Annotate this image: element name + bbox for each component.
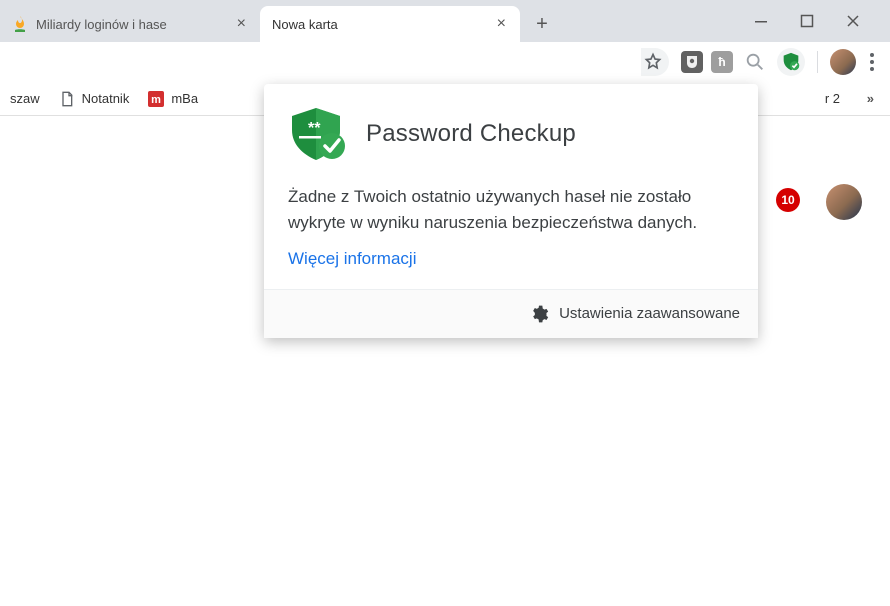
popup-title: Password Checkup xyxy=(366,120,576,148)
maximize-button[interactable] xyxy=(800,14,820,28)
popup-header: ** Password Checkup xyxy=(264,84,758,172)
doc-icon xyxy=(58,90,76,108)
bookmark-truncated[interactable]: r 2 xyxy=(825,91,840,106)
lens-icon[interactable] xyxy=(741,48,769,76)
password-checkup-extension-icon[interactable] xyxy=(777,48,805,76)
separator xyxy=(817,51,818,73)
page-avatar[interactable] xyxy=(826,184,862,220)
svg-text:m: m xyxy=(151,94,161,106)
bookmark-truncated[interactable]: szaw xyxy=(10,91,40,106)
advanced-settings-button[interactable]: Ustawienia zaawansowane xyxy=(559,305,740,322)
bookmark-item[interactable]: m mBa xyxy=(147,90,198,108)
popup-footer: Ustawienia zaawansowane xyxy=(264,289,758,338)
flame-icon xyxy=(12,16,28,32)
shield-check-icon: ** xyxy=(288,106,348,162)
password-checkup-popup: ** Password Checkup Żadne z Twoich ostat… xyxy=(264,84,758,338)
tab-strip: Miliardy loginów i hase × Nowa karta × + xyxy=(0,0,890,42)
menu-button[interactable] xyxy=(864,47,880,77)
new-tab-button[interactable]: + xyxy=(528,10,556,38)
tab-active[interactable]: Nowa karta × xyxy=(260,6,520,42)
tab-inactive[interactable]: Miliardy loginów i hase × xyxy=(0,6,260,42)
more-info-link[interactable]: Więcej informacji xyxy=(264,243,758,289)
gear-icon xyxy=(529,304,549,324)
ublock-icon[interactable] xyxy=(681,51,703,73)
close-icon[interactable]: × xyxy=(495,15,508,33)
window-controls xyxy=(754,0,890,42)
mbank-icon: m xyxy=(147,90,165,108)
extension-icon[interactable]: ħ xyxy=(711,51,733,73)
close-icon[interactable]: × xyxy=(235,15,248,33)
svg-text:**: ** xyxy=(308,120,321,137)
bookmark-item[interactable]: Notatnik xyxy=(58,90,130,108)
close-window-button[interactable] xyxy=(846,14,866,28)
bookmarks-overflow-button[interactable]: » xyxy=(867,91,874,106)
profile-avatar[interactable] xyxy=(830,49,856,75)
tab-title: Nowa karta xyxy=(272,17,487,32)
bookmark-label: Notatnik xyxy=(82,91,130,106)
minimize-button[interactable] xyxy=(754,14,774,28)
tab-title: Miliardy loginów i hase xyxy=(36,17,227,32)
bookmark-star-button[interactable] xyxy=(641,48,669,76)
notification-badge[interactable]: 10 xyxy=(776,188,800,212)
popup-body-text: Żadne z Twoich ostatnio używanych haseł … xyxy=(264,172,758,243)
browser-toolbar: ħ xyxy=(0,42,890,82)
bookmark-label: mBa xyxy=(171,91,198,106)
